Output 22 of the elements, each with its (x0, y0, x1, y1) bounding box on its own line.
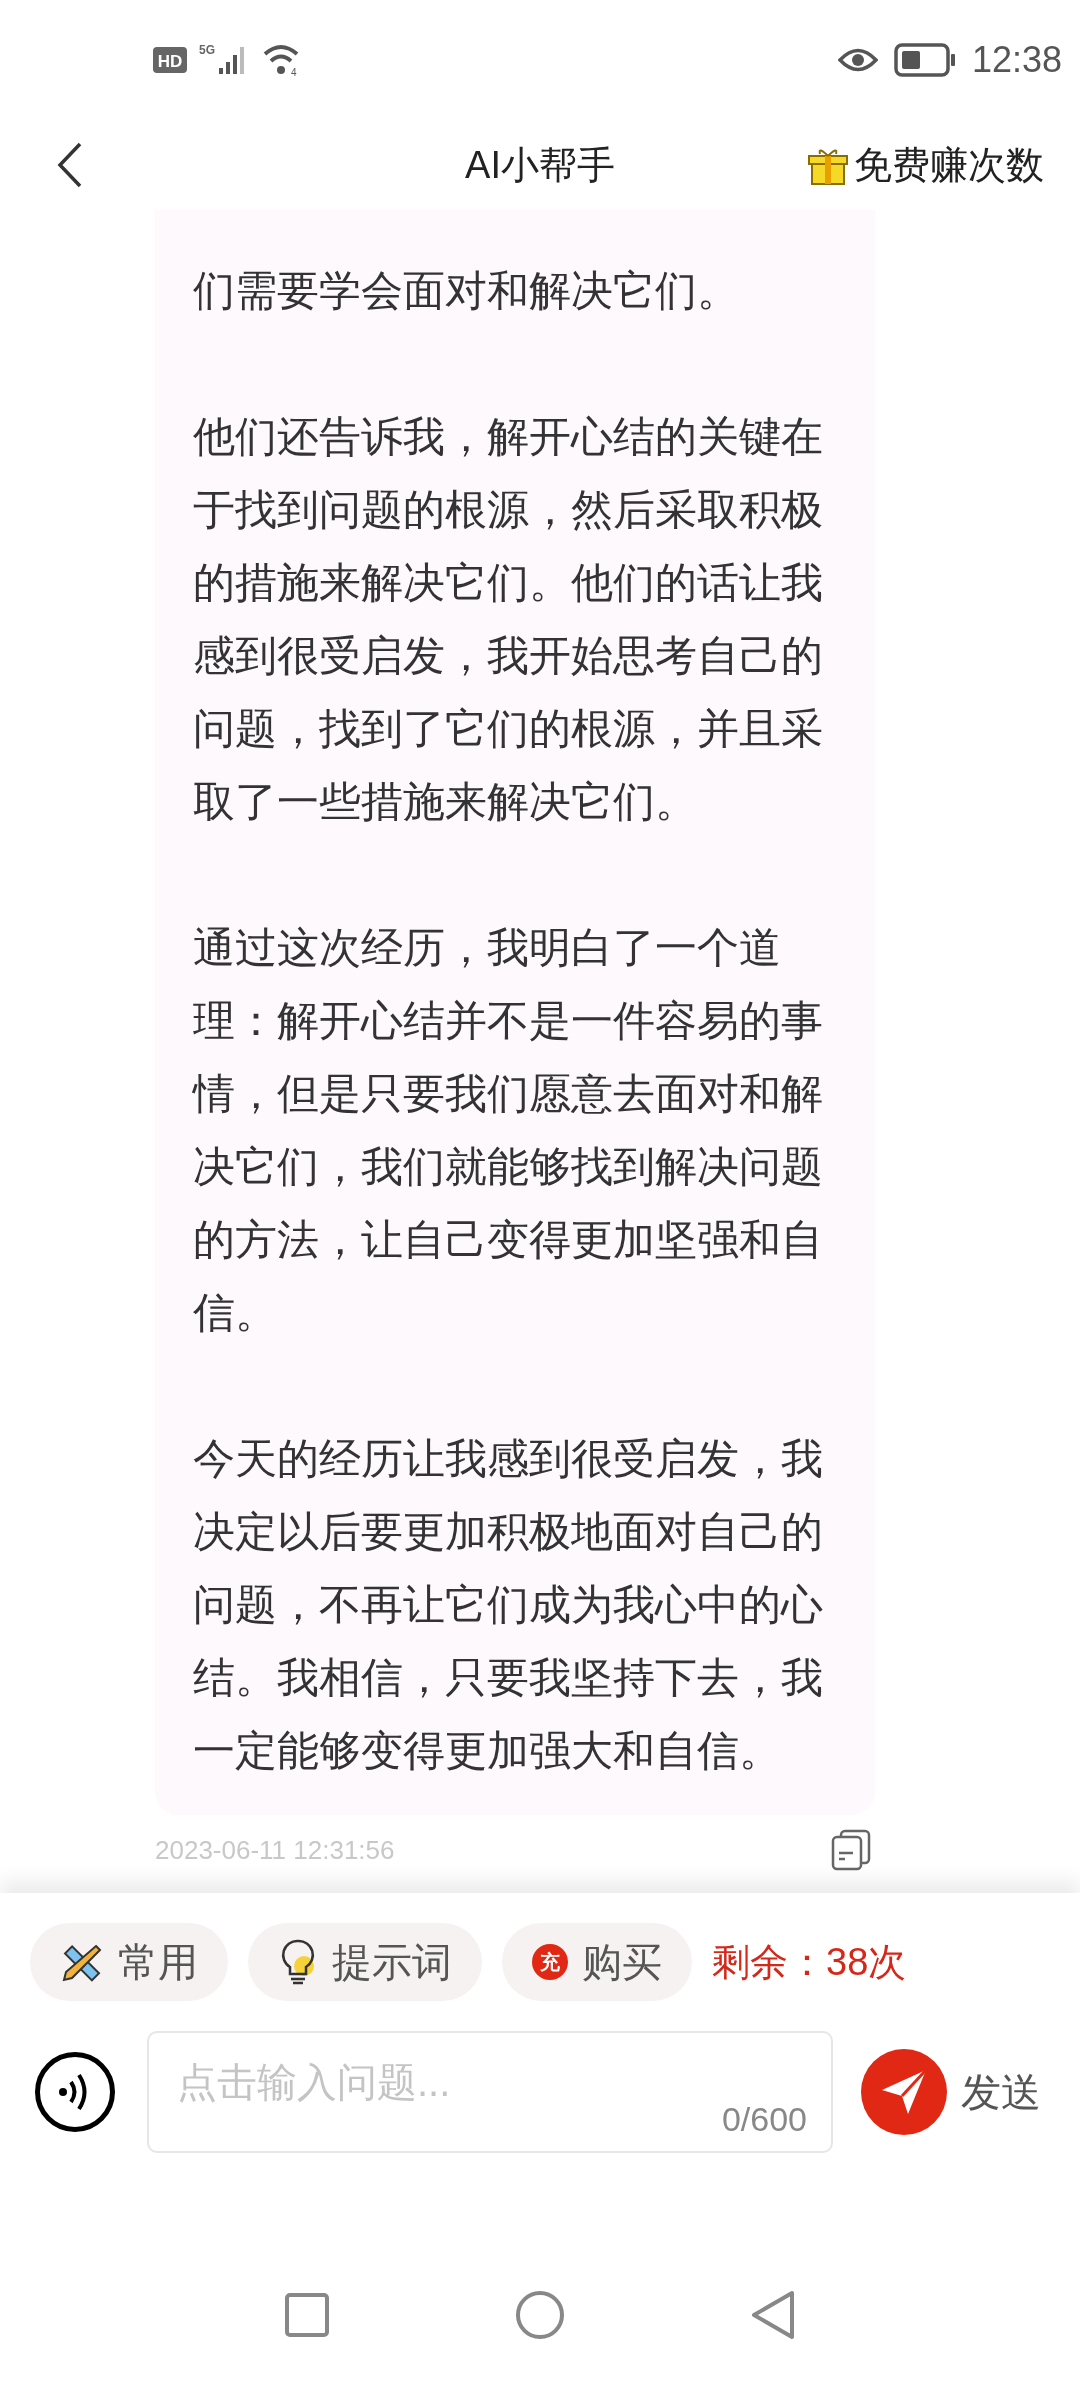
send-button[interactable]: 发送 (861, 2049, 1041, 2135)
charge-badge: 充 (532, 1944, 568, 1980)
message-paragraph: 他们还告诉我，解开心结的关键在于找到问题的根源，然后采取积极的措施来解决它们。他们的话让我感到很受启发，我开始思考自己的问题，找到了它们的根源，并且采取了一些措施来解决它们。 (193, 412, 824, 827)
chip-button[interactable]: 充 购买 (502, 1923, 692, 2001)
message-paragraph: 通过这次经历，我明白了一个道理：解开心结并不是一件容易的事情，但是只要我们愿意去面对和解决它们，我们就能够找到解决问题的方法，让自己变得更加坚强和自信。 (193, 923, 824, 1338)
back-nav-button[interactable] (750, 2290, 796, 2340)
message-paragraph: 们需要学会面对和解决它们。 (193, 266, 740, 316)
back-icon (57, 142, 83, 188)
page-title: AI小帮手 (465, 142, 615, 188)
status-time: 12:38 (971, 38, 1062, 82)
battery-icon (893, 43, 956, 77)
char-counter: 0/600 (721, 2099, 807, 2140)
recent-apps-button[interactable] (284, 2292, 330, 2338)
chip-button[interactable]: 常用 (30, 1923, 228, 2001)
chip-button[interactable]: 提示词 (248, 1923, 482, 2001)
earn-credits-button[interactable]: 免费赚次数 (806, 137, 1044, 194)
home-button[interactable] (514, 2289, 566, 2341)
hd-icon: HD (153, 45, 187, 75)
copy-icon[interactable] (831, 1829, 871, 1871)
voice-button[interactable] (35, 2052, 115, 2132)
message-paragraph: 今天的经历让我感到很受启发，我决定以后要更加积极地面对自己的问题，不再让它们成为我心中的心结。我相信，只要我坚持下去，我一定能够变得更加强大和自信。 (193, 1434, 824, 1776)
remaining-count: 剩余：38次 (712, 1939, 907, 1985)
